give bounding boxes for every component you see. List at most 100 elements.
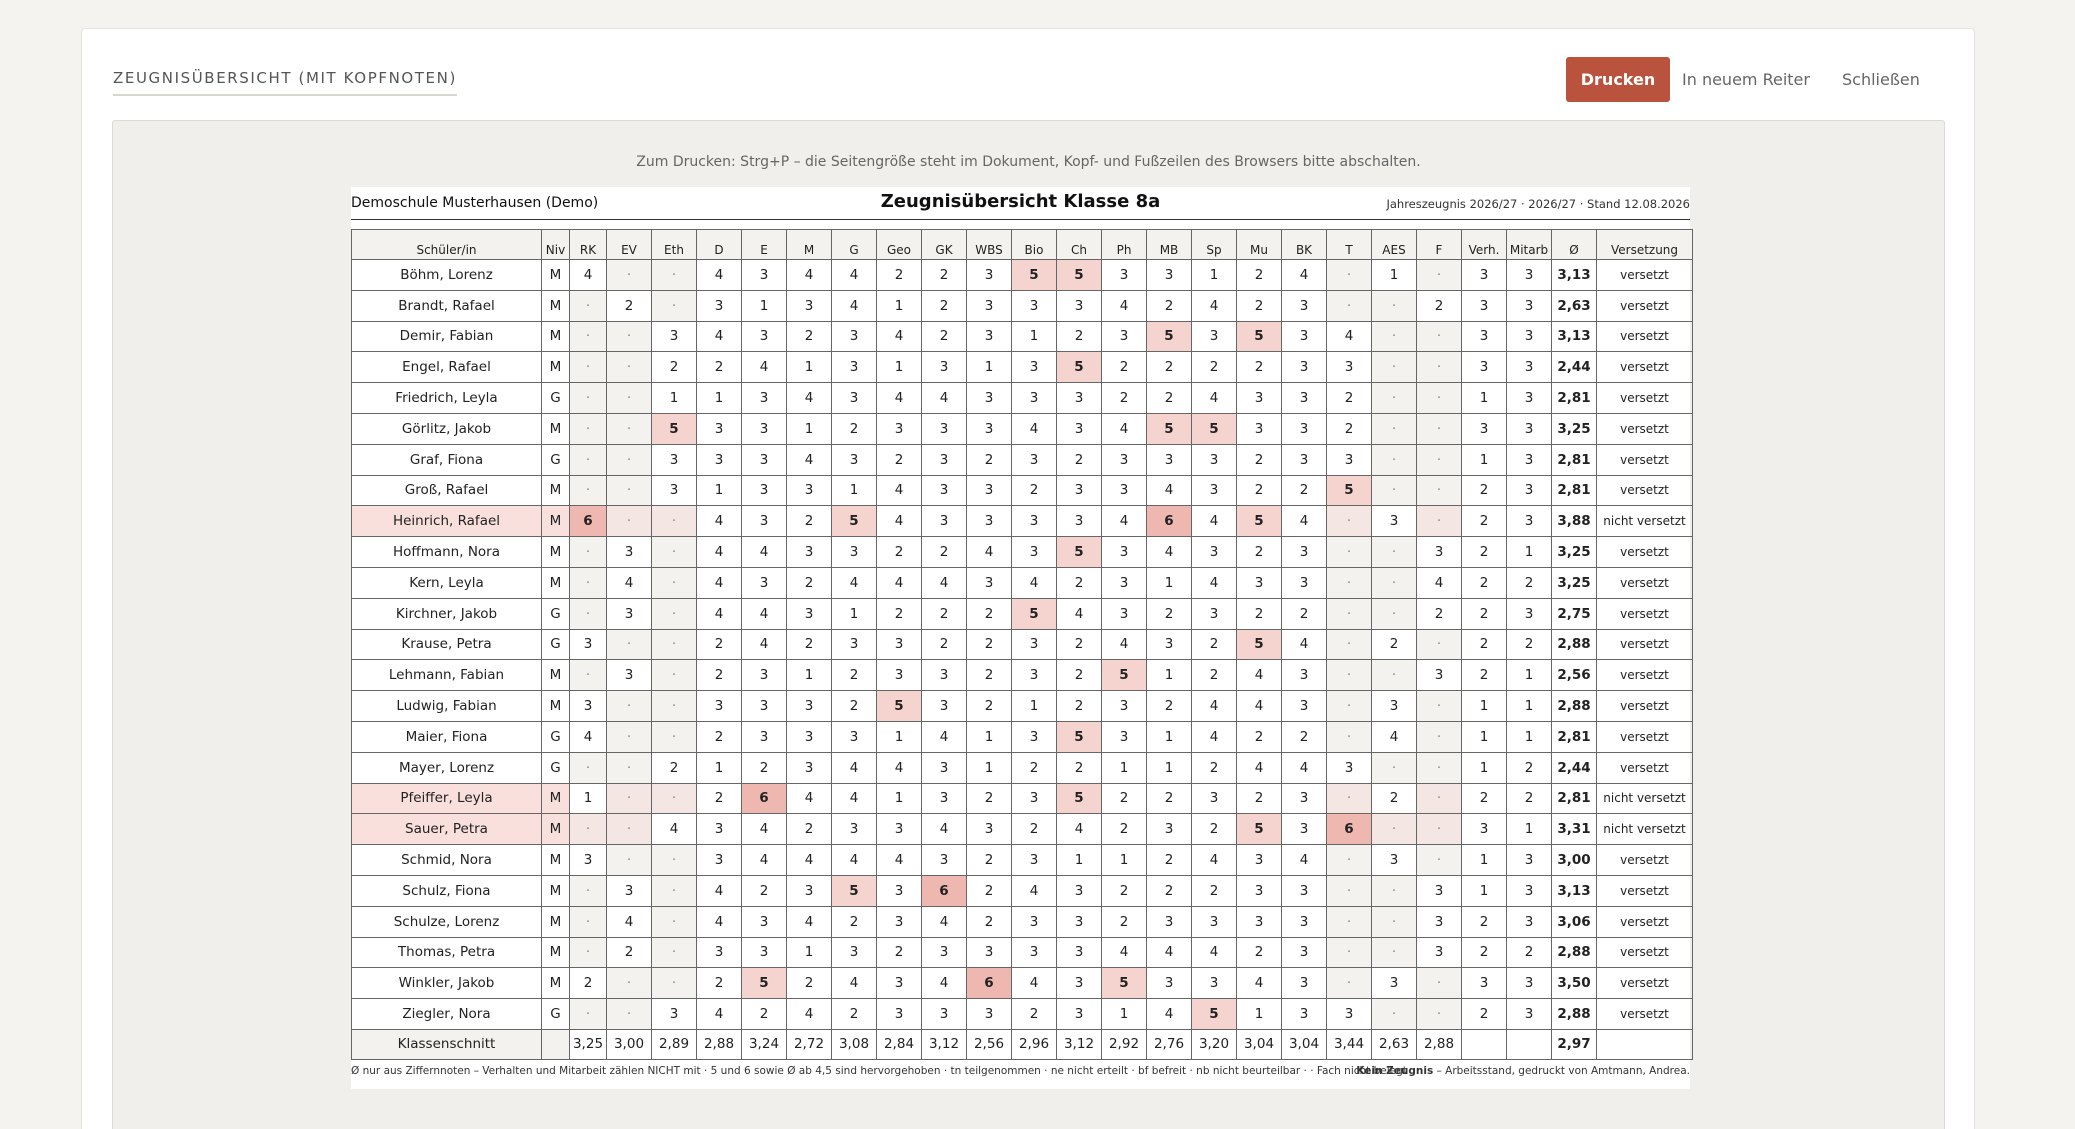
student-name: Lehmann, Fabian <box>351 659 542 692</box>
grade-cell: 3 <box>1011 720 1057 753</box>
print-button[interactable]: Drucken <box>1566 57 1670 102</box>
grade-cell: · <box>1416 505 1462 538</box>
grade-cell: · <box>606 813 652 846</box>
grade-cell: 3 <box>921 505 967 538</box>
grade-cell: 2 <box>1281 474 1327 507</box>
grade-cell: 3 <box>1146 443 1192 476</box>
student-row: Sauer, Petra M · · 4 3 4 2 3 3 4 3 2 4 2 3 2 5 3 6 · · 3 1 3,31 n… <box>351 813 1693 846</box>
grade-cell: · <box>1326 782 1372 815</box>
grade-cell: 4 <box>786 443 832 476</box>
grade-cell: 5 <box>1101 967 1147 1000</box>
promotion-status: versetzt <box>1596 628 1693 661</box>
conduct-grade: 3 <box>1461 813 1507 846</box>
close-button[interactable]: Schließen <box>1842 57 1920 102</box>
grade-cell: 2 <box>1236 720 1282 753</box>
average-cell: 3,25 <box>1551 536 1597 568</box>
grade-cell: 3 <box>1281 566 1327 599</box>
student-row: Böhm, Lorenz M 4 · · 4 3 4 4 2 2 3 5 5 3 3 1 2 4 · 1 · 3 3 3,13 v… <box>351 259 1693 291</box>
grade-cell: 2 <box>786 566 832 599</box>
grade-cell: 2 <box>1056 443 1102 476</box>
grade-cell: 2 <box>831 659 877 692</box>
grade-cell: 1 <box>786 659 832 692</box>
grade-cell: 4 <box>921 720 967 753</box>
grade-cell: · <box>1326 936 1372 969</box>
column-header: Verh. <box>1461 229 1507 260</box>
conduct-grade: 1 <box>1461 751 1507 784</box>
level-cell: M <box>541 536 570 568</box>
grade-cell: 3 <box>741 690 787 722</box>
grade-cell: · <box>651 259 697 291</box>
grade-cell: 5 <box>651 412 697 445</box>
grade-cell: 1 <box>696 474 742 507</box>
column-header: T <box>1326 229 1372 260</box>
grade-cell: 5 <box>1236 628 1282 661</box>
grade-cell: · <box>1416 382 1462 414</box>
grade-cell: 2 <box>1011 813 1057 846</box>
conduct-grade: 3 <box>1461 967 1507 1000</box>
student-name: Ziegler, Nora <box>351 998 542 1030</box>
grade-cell: 4 <box>741 628 787 661</box>
grade-cell: 1 <box>1146 659 1192 692</box>
average-cell: 2,75 <box>1551 597 1597 630</box>
grade-cell: 3 <box>1056 289 1102 322</box>
column-header: WBS <box>966 229 1012 260</box>
participation-grade: 3 <box>1506 905 1552 938</box>
grade-cell: 2 <box>1146 597 1192 630</box>
grade-cell: 2 <box>876 259 922 291</box>
grade-cell: · <box>1416 443 1462 476</box>
grade-cell: 2 <box>696 967 742 1000</box>
class-average-cell: 3,25 <box>569 1028 607 1060</box>
grade-cell: · <box>1326 874 1372 907</box>
grade-cell: 3 <box>1281 936 1327 969</box>
promotion-status: versetzt <box>1596 659 1693 692</box>
grade-cell: 4 <box>1281 751 1327 784</box>
grade-cell: 2 <box>831 905 877 938</box>
participation-grade: 3 <box>1506 597 1552 630</box>
grade-cell: 3 <box>741 382 787 414</box>
grade-cell: 3 <box>1011 905 1057 938</box>
grade-cell: 3 <box>1011 382 1057 414</box>
footer-status: Kein Zeugnis – Arbeitsstand, gedruckt vo… <box>1356 1065 1690 1077</box>
grade-cell: 2 <box>876 443 922 476</box>
grade-cell: 4 <box>831 782 877 815</box>
grade-cell: · <box>1371 998 1417 1030</box>
open-new-tab-button[interactable]: In neuem Reiter <box>1682 57 1810 102</box>
grade-cell: · <box>1416 351 1462 384</box>
grade-cell: · <box>651 628 697 661</box>
grade-cell: 3 <box>1281 412 1327 445</box>
grade-cell: · <box>1371 813 1417 846</box>
print-preview[interactable]: Zum Drucken: Strg+P – die Seitengröße st… <box>112 120 1945 1129</box>
class-average-cell: 2,56 <box>966 1028 1012 1060</box>
document-meta: Jahreszeugnis 2026/27 · 2026/27 · Stand … <box>1386 197 1690 211</box>
grade-cell: 5 <box>1101 659 1147 692</box>
grade-cell: 2 <box>1146 289 1192 322</box>
grade-cell: 2 <box>696 351 742 384</box>
participation-grade: 2 <box>1506 782 1552 815</box>
column-header: Ch <box>1056 229 1102 260</box>
grade-cell: 3 <box>1011 628 1057 661</box>
grade-cell: 2 <box>1236 474 1282 507</box>
grade-cell: · <box>1371 659 1417 692</box>
grade-cell: 4 <box>696 597 742 630</box>
grades-table: Schüler/in Niv RK EV Eth D E M G Geo GK WBS Bio Ch Ph M… <box>351 229 1693 1060</box>
grade-cell: · <box>1326 597 1372 630</box>
grade-cell: 1 <box>696 751 742 784</box>
grade-cell: 4 <box>696 998 742 1030</box>
column-header: AES <box>1371 229 1417 260</box>
grade-cell: 3 <box>651 320 697 353</box>
participation-grade: 2 <box>1506 628 1552 661</box>
conduct-grade: 1 <box>1461 690 1507 722</box>
grade-cell: · <box>569 320 607 353</box>
grade-cell: 4 <box>569 259 607 291</box>
grade-cell: 4 <box>786 782 832 815</box>
grade-cell: 3 <box>1101 690 1147 722</box>
grade-cell: 4 <box>1011 874 1057 907</box>
grade-cell: 2 <box>696 720 742 753</box>
grade-cell: 4 <box>1236 659 1282 692</box>
grade-cell: 1 <box>966 751 1012 784</box>
grade-cell: 2 <box>966 782 1012 815</box>
grade-cell: · <box>606 720 652 753</box>
class-average-cell: 3,04 <box>1281 1028 1327 1060</box>
conduct-grade: 2 <box>1461 905 1507 938</box>
grade-cell: 2 <box>966 597 1012 630</box>
